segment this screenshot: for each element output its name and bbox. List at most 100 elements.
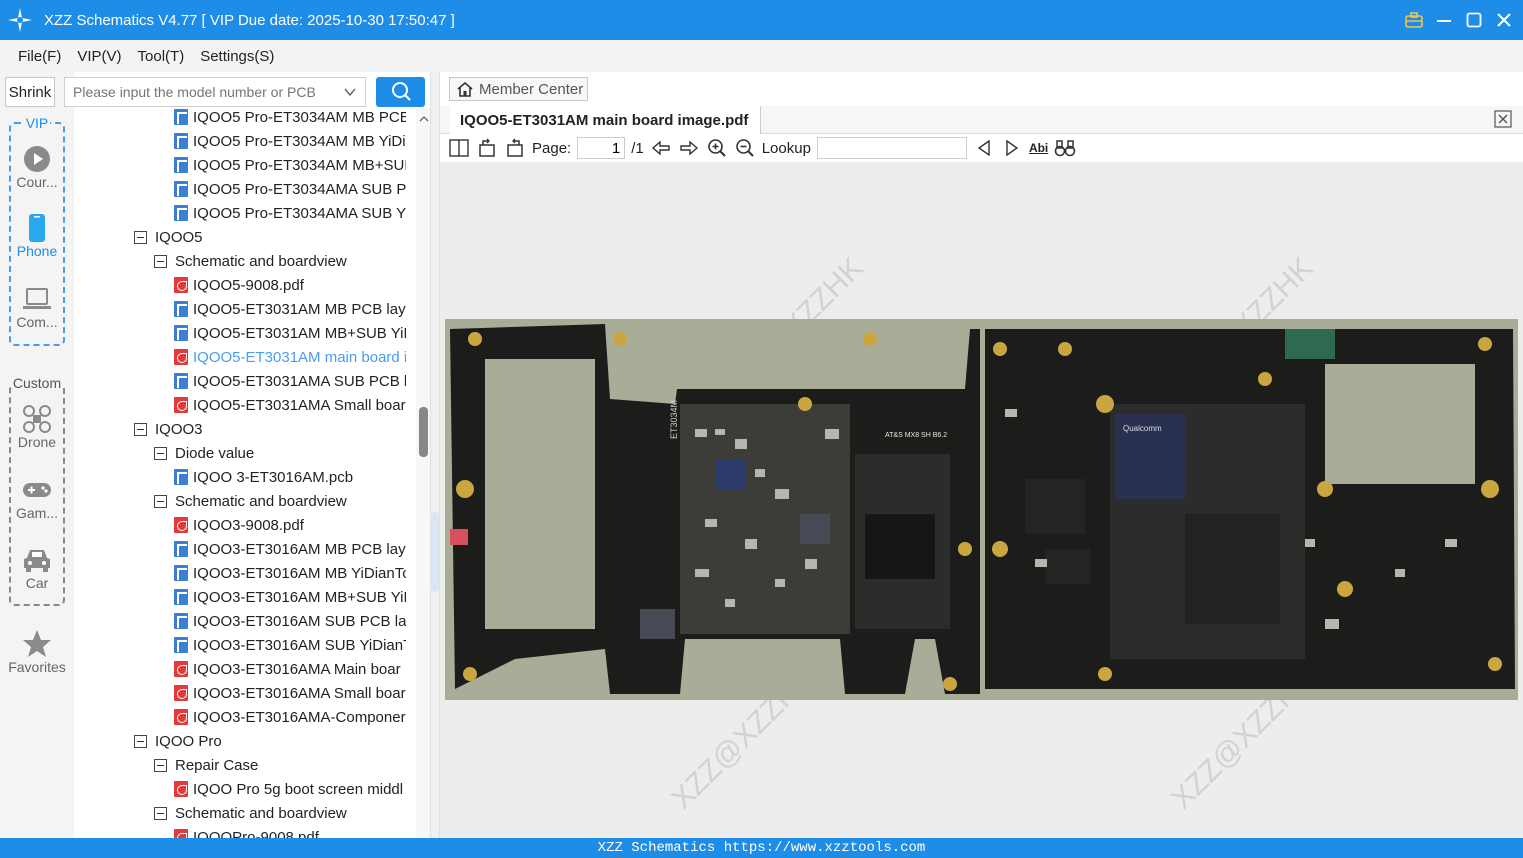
collapse-toggle-icon[interactable]: [154, 446, 167, 460]
tree-folder[interactable]: Schematic and boardview: [154, 489, 406, 513]
close-button[interactable]: [1495, 11, 1513, 29]
shrink-button[interactable]: Shrink: [5, 77, 55, 107]
find-prev-icon[interactable]: [973, 137, 995, 159]
tree-file[interactable]: IQOOPro-9008.pdf: [174, 825, 406, 838]
tree-item-label: IQOO3-ET3016AM MB+SUB YiD: [193, 588, 406, 606]
tree-folder[interactable]: IQOO5: [134, 225, 406, 249]
tree-file[interactable]: IQOO5-9008.pdf: [174, 273, 406, 297]
tree-file[interactable]: IQOO3-ET3016AMA Main boar: [174, 657, 406, 681]
maximize-button[interactable]: [1465, 11, 1483, 29]
collapse-handle[interactable]: [431, 512, 439, 592]
tree-folder[interactable]: IQOO3: [134, 417, 406, 441]
rail-item-favorites[interactable]: Favorites: [0, 629, 74, 675]
board-image: ET3034M AT&S MX8 SH B6.2 Qualcomm: [445, 319, 1518, 700]
menu-file[interactable]: File(F): [18, 48, 61, 65]
pcb-file-icon: [174, 157, 188, 173]
rail-item-drone[interactable]: Drone: [0, 404, 74, 450]
content-header: [440, 72, 1523, 106]
tree-file[interactable]: IQOO5-ET3031AMA SUB PCB la: [174, 369, 406, 393]
document-tab[interactable]: IQOO5-ET3031AM main board image.pdf: [450, 106, 762, 134]
zoom-in-icon[interactable]: [706, 137, 728, 159]
collapse-toggle-icon[interactable]: [154, 806, 167, 820]
tree-file[interactable]: IQOO3-9008.pdf: [174, 513, 406, 537]
menu-vip[interactable]: VIP(V): [77, 48, 121, 65]
panel-splitter[interactable]: [430, 72, 440, 838]
pdf-viewer[interactable]: XZZ@XZZHK XZZ@XZZHK XZZ@XZZHK XZZ@XZZHK: [440, 162, 1523, 838]
sidebar-toggle-icon[interactable]: [448, 137, 470, 159]
tree-file[interactable]: IQOO3-ET3016AMA-Componer: [174, 705, 406, 729]
lookup-input[interactable]: [816, 137, 967, 159]
menu-settings[interactable]: Settings(S): [200, 48, 274, 65]
page-number-input[interactable]: [577, 137, 626, 159]
binoculars-icon[interactable]: [1054, 137, 1076, 159]
rail-item-courses[interactable]: Cour...: [0, 144, 74, 190]
zoom-out-icon[interactable]: [734, 137, 756, 159]
tree-item-label: IQOO5-ET3031AM MB PCB laye: [193, 300, 406, 318]
tree-file[interactable]: IQOO5-ET3031AM MB PCB laye: [174, 297, 406, 321]
tree-scroll-thumb[interactable]: [419, 407, 428, 457]
tree-file[interactable]: IQOO5 Pro-ET3034AM MB PCB lay: [174, 108, 406, 129]
pcb-file-icon: [174, 565, 188, 581]
collapse-toggle-icon[interactable]: [134, 734, 147, 748]
tree-item-label: IQOO5: [155, 228, 203, 246]
tree-item-label: IQOO 3-ET3016AM.pcb: [193, 468, 354, 486]
tree-file[interactable]: IQOO5 Pro-ET3034AM MB YiDianT: [174, 129, 406, 153]
tree-folder[interactable]: Schematic and boardview: [154, 249, 406, 273]
rail-item-game[interactable]: Gam...: [0, 475, 74, 521]
rail-item-car[interactable]: Car: [0, 545, 74, 591]
tree-file[interactable]: IQOO3-ET3016AM SUB YiDianT: [174, 633, 406, 657]
collapse-toggle-icon[interactable]: [154, 494, 167, 508]
tree-folder[interactable]: IQOO Pro: [134, 729, 406, 753]
member-center-label: Member Center: [479, 80, 584, 98]
tree-file[interactable]: IQOO5-ET3031AM main board i: [174, 345, 406, 369]
tree-file[interactable]: IQOO5 Pro-ET3034AMA SUB YiDia: [174, 201, 406, 225]
tree-file[interactable]: IQOO Pro 5g boot screen middl: [174, 777, 406, 801]
tree-file[interactable]: IQOO 3-ET3016AM.pcb: [174, 465, 406, 489]
collapse-toggle-icon[interactable]: [154, 254, 167, 268]
tree-file[interactable]: IQOO5 Pro-ET3034AM MB+SUB Y: [174, 153, 406, 177]
rail-item-label: Gam...: [15, 505, 58, 521]
tree-item-label: IQOO3-ET3016AMA Main boar: [193, 660, 401, 678]
tree-file[interactable]: IQOO3-ET3016AM MB YiDianTc: [174, 561, 406, 585]
tree-file[interactable]: IQOO5-ET3031AM MB+SUB YiD: [174, 321, 406, 345]
rotate-left-icon[interactable]: [476, 137, 498, 159]
tree-folder[interactable]: Repair Case: [154, 753, 406, 777]
rail-item-phone[interactable]: Phone: [0, 213, 74, 259]
vip-bag-icon[interactable]: [1405, 11, 1423, 29]
tree-item-label: IQOO5 Pro-ET3034AM MB PCB lay: [193, 108, 406, 126]
play-icon: [0, 144, 74, 174]
vip-group-label: VIP: [23, 115, 51, 131]
tree-folder[interactable]: Schematic and boardview: [154, 801, 406, 825]
collapse-toggle-icon[interactable]: [134, 422, 147, 436]
tree-file[interactable]: IQOO3-ET3016AMA Small boar: [174, 681, 406, 705]
search-button[interactable]: [376, 77, 425, 107]
close-tab-icon[interactable]: [1494, 110, 1512, 128]
menu-tool[interactable]: Tool(T): [138, 48, 185, 65]
collapse-toggle-icon[interactable]: [154, 758, 167, 772]
minimize-button[interactable]: [1435, 11, 1453, 29]
tree-scrollbar[interactable]: [416, 108, 430, 838]
tree-file[interactable]: IQOO3-ET3016AM SUB PCB lay: [174, 609, 406, 633]
tree-folder[interactable]: Diode value: [154, 441, 406, 465]
tree-item-label: Diode value: [175, 444, 255, 462]
pcb-file-icon: [174, 205, 188, 221]
rail-item-computer[interactable]: Com...: [0, 284, 74, 330]
prev-page-arrow-icon[interactable]: [650, 137, 672, 159]
lookup-label: Lookup: [761, 139, 811, 157]
search-input[interactable]: [73, 84, 333, 100]
tree-file[interactable]: IQOO3-ET3016AM MB+SUB YiD: [174, 585, 406, 609]
tree-file[interactable]: IQOO3-ET3016AM MB PCB laye: [174, 537, 406, 561]
tree-file[interactable]: IQOO5 Pro-ET3034AMA SUB PCB: [174, 177, 406, 201]
chevron-down-icon[interactable]: [343, 85, 357, 102]
match-case-icon[interactable]: Abi: [1029, 137, 1048, 159]
collapse-toggle-icon[interactable]: [134, 230, 147, 244]
pdf-file-icon: [174, 661, 188, 677]
find-next-icon[interactable]: [1001, 137, 1023, 159]
scroll-up-icon[interactable]: [417, 112, 431, 126]
member-center-button[interactable]: Member Center: [449, 77, 588, 101]
tree-file[interactable]: IQOO5-ET3031AMA Small boar: [174, 393, 406, 417]
rotate-right-icon[interactable]: [504, 137, 526, 159]
next-page-arrow-icon[interactable]: [678, 137, 700, 159]
drone-icon: [0, 404, 74, 434]
pcb-file-icon: [174, 637, 188, 653]
